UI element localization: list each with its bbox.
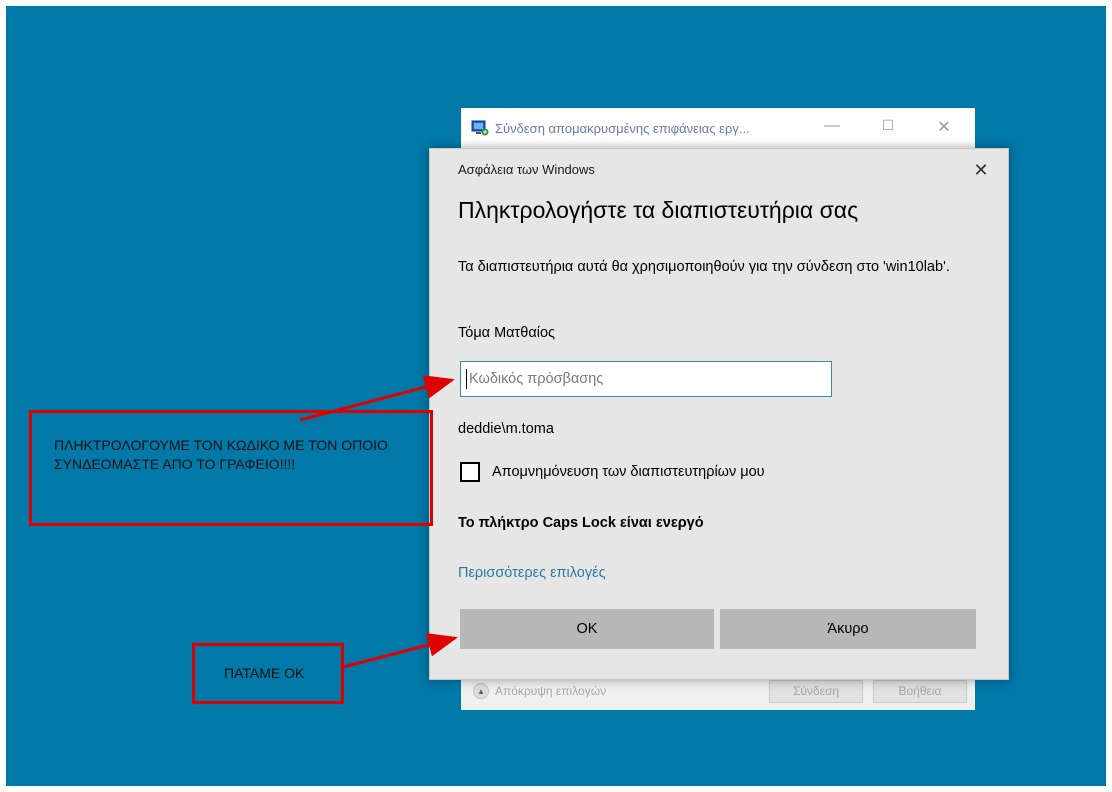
annotation-arrows	[299, 375, 458, 669]
password-arrow	[299, 375, 455, 422]
ok-arrow	[342, 633, 458, 669]
